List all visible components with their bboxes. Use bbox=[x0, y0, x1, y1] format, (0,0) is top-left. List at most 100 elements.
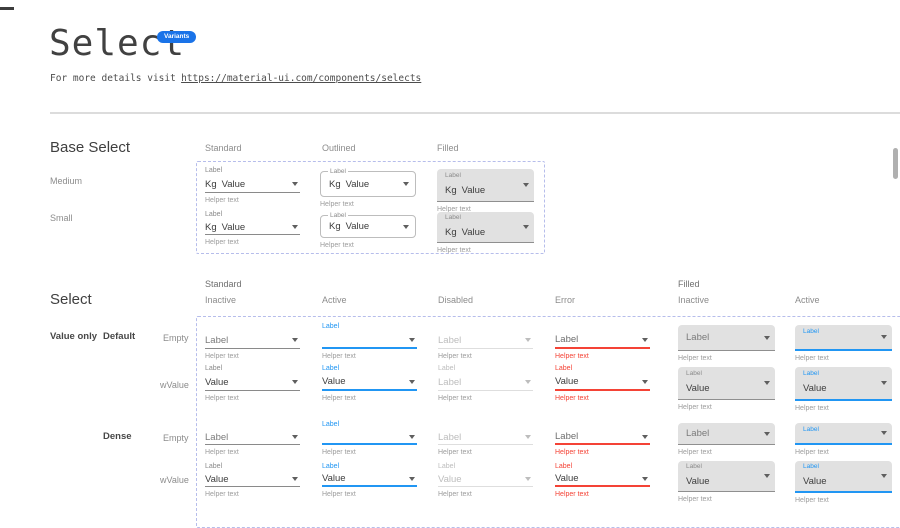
dropdown-arrow-icon bbox=[292, 225, 298, 229]
select-dense-standard-inactive-empty[interactable]: Label Helper text bbox=[205, 420, 300, 456]
select-dense-filled-inactive-wvalue[interactable]: Label Value Helper text bbox=[678, 461, 775, 503]
select-control[interactable]: Label KgValue bbox=[437, 169, 534, 202]
select-dense-filled-inactive-empty[interactable]: Label Helper text bbox=[678, 423, 775, 456]
floating-label: Label bbox=[686, 463, 761, 471]
select-value: Label bbox=[438, 377, 461, 388]
select-filled-active-wvalue[interactable]: Label Value Helper text bbox=[795, 367, 892, 412]
select-dense-standard-error-wvalue[interactable]: Label Value Helper text bbox=[555, 462, 650, 498]
helper-text: Helper text bbox=[678, 496, 775, 503]
select-control[interactable]: Label bbox=[555, 430, 650, 445]
select-control[interactable]: Value bbox=[205, 374, 300, 391]
select-control[interactable]: Label bbox=[795, 325, 892, 351]
select-control[interactable]: Value bbox=[555, 472, 650, 487]
base-select-outlined-medium[interactable]: Label Kg Value Helper text bbox=[320, 171, 416, 208]
select-dense-standard-active-empty[interactable]: Label Helper text bbox=[322, 420, 417, 456]
subtitle-text: For more details visit bbox=[50, 73, 176, 84]
floating-label bbox=[555, 322, 650, 332]
select-control[interactable]: Label bbox=[205, 430, 300, 445]
floating-label: Label bbox=[328, 168, 348, 176]
base-select-filled-medium[interactable]: Label KgValue Helper text bbox=[437, 169, 534, 213]
select-value: Label bbox=[205, 432, 228, 443]
select-control[interactable] bbox=[322, 430, 417, 445]
helper-text: Helper text bbox=[555, 353, 650, 360]
select-control[interactable]: Label bbox=[205, 332, 300, 349]
select-standard-inactive-wvalue[interactable]: Label Value Helper text bbox=[205, 364, 300, 402]
floating-label bbox=[205, 322, 300, 332]
select-standard-active-wvalue[interactable]: Label Value Helper text bbox=[322, 364, 417, 402]
select-dense-standard-error-empty[interactable]: Label Helper text bbox=[555, 420, 650, 456]
select-dense-standard-inactive-wvalue[interactable]: Label Value Helper text bbox=[205, 462, 300, 498]
select-control[interactable] bbox=[322, 332, 417, 349]
dropdown-arrow-icon bbox=[881, 474, 887, 478]
select-control[interactable]: Label bbox=[555, 332, 650, 349]
dropdown-arrow-icon bbox=[409, 380, 415, 384]
select-control[interactable]: Label bbox=[678, 325, 775, 351]
helper-text: Helper text bbox=[205, 449, 300, 456]
select-value: Value bbox=[462, 185, 486, 196]
dropdown-arrow-icon bbox=[292, 435, 298, 439]
dropdown-arrow-icon bbox=[523, 183, 529, 187]
floating-label bbox=[438, 322, 533, 332]
select-control[interactable]: Value bbox=[322, 472, 417, 487]
column-header-outlined: Outlined bbox=[322, 143, 356, 153]
select-control[interactable]: Label bbox=[678, 423, 775, 445]
select-control[interactable]: Label Value bbox=[678, 461, 775, 492]
select-filled-active-empty[interactable]: Label Helper text bbox=[795, 325, 892, 362]
select-value: Label bbox=[555, 431, 578, 442]
dropdown-arrow-icon bbox=[525, 380, 531, 384]
select-value: Value bbox=[205, 377, 229, 388]
select-control[interactable]: Label Kg Value bbox=[320, 171, 416, 197]
column-header-error: Error bbox=[555, 295, 575, 305]
row-group-dense: Dense bbox=[103, 431, 132, 442]
dropdown-arrow-icon bbox=[409, 338, 415, 342]
select-filled-inactive-empty[interactable]: Label Helper text bbox=[678, 325, 775, 362]
select-value: Value bbox=[462, 227, 486, 238]
page-title: Select bbox=[49, 24, 185, 64]
helper-text: Helper text bbox=[438, 449, 533, 456]
select-dense-standard-active-wvalue[interactable]: Label Value Helper text bbox=[322, 462, 417, 498]
select-standard-error-empty[interactable]: Label Helper text bbox=[555, 322, 650, 360]
base-select-outlined-small[interactable]: Label Kg Value Helper text bbox=[320, 215, 416, 249]
select-control[interactable]: Value bbox=[555, 374, 650, 391]
select-control[interactable]: Label Kg Value bbox=[320, 215, 416, 238]
select-standard-active-empty[interactable]: Label Helper text bbox=[322, 322, 417, 360]
base-select-standard-medium[interactable]: Label Kg Value Helper text bbox=[205, 166, 300, 204]
dropdown-arrow-icon bbox=[764, 336, 770, 340]
select-control[interactable]: Value bbox=[205, 472, 300, 487]
helper-text: Helper text bbox=[320, 242, 416, 249]
helper-text: Helper text bbox=[678, 355, 775, 362]
base-select-filled-small[interactable]: Label KgValue Helper text bbox=[437, 212, 534, 254]
select-value: Value bbox=[205, 474, 229, 485]
row-group-value-only: Value only bbox=[50, 331, 97, 342]
select-control[interactable]: Value bbox=[322, 374, 417, 391]
floating-label: Label bbox=[555, 364, 650, 374]
select-control[interactable]: Label Value bbox=[678, 367, 775, 400]
helper-text: Helper text bbox=[205, 197, 300, 204]
select-standard-error-wvalue[interactable]: Label Value Helper text bbox=[555, 364, 650, 402]
select-dense-filled-active-empty[interactable]: Label Helper text bbox=[795, 423, 892, 456]
select-dense-filled-active-wvalue[interactable]: Label Value Helper text bbox=[795, 461, 892, 504]
floating-label: Label bbox=[322, 420, 417, 430]
select-standard-inactive-empty[interactable]: Label Helper text bbox=[205, 322, 300, 360]
floating-label: Label bbox=[438, 364, 533, 374]
floating-label: Label bbox=[803, 328, 878, 336]
select-control[interactable]: Label bbox=[795, 423, 892, 445]
select-control[interactable]: Kg Value bbox=[205, 176, 300, 193]
material-ui-link[interactable]: https://material-ui.com/components/selec… bbox=[181, 73, 421, 84]
helper-text: Helper text bbox=[438, 491, 533, 498]
select-control[interactable]: Label KgValue bbox=[437, 212, 534, 243]
select-value: Label bbox=[555, 334, 578, 345]
select-control[interactable]: Kg Value bbox=[205, 220, 300, 235]
select-control: Value bbox=[438, 472, 533, 487]
helper-text: Helper text bbox=[555, 449, 650, 456]
select-value: Value bbox=[686, 476, 710, 487]
floating-label: Label bbox=[803, 463, 878, 471]
select-control[interactable]: Label Value bbox=[795, 367, 892, 401]
scrollbar[interactable] bbox=[893, 148, 898, 179]
select-filled-inactive-wvalue[interactable]: Label Value Helper text bbox=[678, 367, 775, 411]
select-value: Value bbox=[346, 221, 370, 232]
select-value: Value bbox=[322, 376, 346, 387]
helper-text: Helper text bbox=[795, 355, 892, 362]
base-select-standard-small[interactable]: Label Kg Value Helper text bbox=[205, 210, 300, 246]
select-control[interactable]: Label Value bbox=[795, 461, 892, 493]
